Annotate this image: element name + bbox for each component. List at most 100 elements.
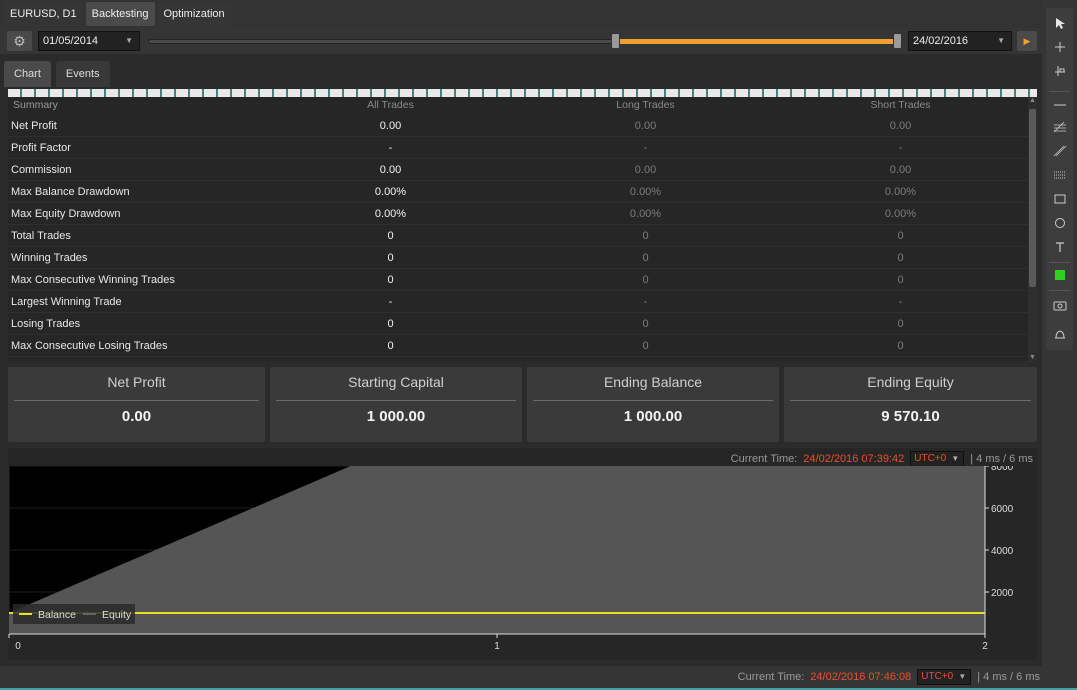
header-all-trades: All Trades	[367, 99, 414, 111]
x-tick-label: 1	[494, 641, 500, 652]
cell-all-trades: 0	[387, 317, 394, 330]
text-icon[interactable]	[1046, 236, 1073, 258]
table-row: Commission 0.00 0.00 0.00	[8, 159, 1028, 181]
alert-bell-icon[interactable]	[1046, 324, 1073, 346]
card-ending-balance: Ending Balance 1 000.00	[527, 367, 779, 442]
table-row: Max Balance Drawdown 0.00% 0.00% 0.00%	[8, 181, 1028, 203]
start-date-select[interactable]: 01/05/2014 ▼	[38, 31, 140, 51]
slider-end-handle[interactable]	[893, 33, 902, 49]
slider-start-handle[interactable]	[611, 33, 620, 49]
row-label: Max Equity Drawdown	[11, 207, 121, 220]
y-tick-label: 6000	[991, 504, 1014, 515]
cursor-icon[interactable]	[1046, 12, 1073, 34]
fibonacci-icon[interactable]	[1046, 116, 1073, 138]
scroll-up-icon[interactable]: ▲	[1028, 97, 1037, 104]
scroll-down-icon[interactable]: ▼	[1028, 354, 1037, 361]
camera-icon[interactable]	[1046, 294, 1073, 316]
divider	[533, 400, 773, 401]
tab-symbol[interactable]: EURUSD, D1	[4, 2, 83, 26]
cell-all-trades: 0.00	[379, 163, 402, 176]
x-tick-label: 0	[15, 641, 21, 652]
end-date-select[interactable]: 24/02/2016 ▼	[908, 31, 1012, 51]
tab-optimization[interactable]: Optimization	[157, 2, 231, 26]
cell-long-trades: 0	[642, 229, 649, 242]
cell-long-trades: 0.00%	[629, 207, 662, 220]
vertical-scrollbar[interactable]: ▲ ▼	[1028, 97, 1037, 361]
equity-chart[interactable]: 0 1 2 2000 4000 6000 8000 Balance Equity	[8, 466, 1037, 660]
table-row: Max Consecutive Winning Trades 0 0 0	[8, 269, 1028, 291]
summary-cards: Net Profit 0.00 Starting Capital 1 000.0…	[8, 367, 1037, 443]
ellipse-icon[interactable]	[1046, 212, 1073, 234]
timezone-value: UTC+0	[914, 453, 947, 464]
gear-icon: ⚙	[13, 32, 26, 49]
card-value: 1 000.00	[366, 408, 426, 425]
timezone-select[interactable]: UTC+0 ▼	[910, 451, 965, 467]
tab-chart[interactable]: Chart	[4, 61, 51, 87]
y-tick-label: 4000	[991, 546, 1014, 557]
row-label: Net Profit	[11, 119, 57, 132]
tab-backtesting[interactable]: Backtesting	[85, 2, 155, 26]
cell-short-trades: -	[898, 141, 903, 154]
timing-info: | 4 ms / 6 ms	[970, 453, 1033, 465]
table-header: Summary All Trades Long Trades Short Tra…	[8, 97, 1028, 113]
grid-icon[interactable]	[1046, 164, 1073, 186]
status-line-bottom: Current Time: 24/02/2016 07:46:08 UTC+0 …	[738, 668, 1040, 686]
cell-long-trades: 0	[642, 317, 649, 330]
cell-all-trades: 0	[387, 229, 394, 242]
table-row: Largest Winning Trade - - -	[8, 291, 1028, 313]
bottom-status-bar: Current Time: 24/02/2016 07:46:08 UTC+0 …	[0, 666, 1042, 688]
y-tick-label: 2000	[991, 588, 1014, 599]
trendline-icon[interactable]	[1046, 140, 1073, 162]
chart-strip	[8, 89, 1037, 97]
cell-long-trades: 0	[642, 251, 649, 264]
cell-all-trades: 0	[387, 339, 394, 352]
end-date-value: 24/02/2016	[913, 35, 969, 47]
toolbar-panel	[1046, 8, 1073, 350]
rectangle-icon[interactable]	[1046, 188, 1073, 210]
current-time-label: Current Time:	[737, 671, 805, 683]
header-short-trades: Short Trades	[870, 99, 931, 111]
row-label: Profit Factor	[11, 141, 71, 154]
zoom-icon[interactable]	[1046, 60, 1073, 82]
row-label: Largest Winning Trade	[11, 295, 122, 308]
toolbar-divider	[1049, 290, 1070, 291]
current-time-value: 24/02/2016 07:39:42	[803, 453, 905, 465]
table-row: Max Equity Drawdown 0.00% 0.00% 0.00%	[8, 203, 1028, 225]
cell-long-trades: 0.00%	[629, 185, 662, 198]
scrollbar-thumb[interactable]	[1029, 109, 1036, 287]
card-title: Starting Capital	[348, 374, 444, 390]
tab-events[interactable]: Events	[55, 61, 110, 87]
date-range-bar: ⚙ 01/05/2014 ▼ 24/02/2016 ▼ ▶	[0, 28, 1042, 54]
settings-button[interactable]: ⚙	[7, 31, 32, 51]
play-button[interactable]: ▶	[1017, 31, 1037, 51]
card-title: Ending Balance	[603, 374, 703, 390]
table-row: Net Profit 0.00 0.00 0.00	[8, 115, 1028, 137]
timezone-value: UTC+0	[921, 671, 954, 682]
crosshair-icon[interactable]	[1046, 36, 1073, 58]
equity-chart-panel: Current Time: 24/02/2016 07:39:42 UTC+0 …	[8, 448, 1037, 660]
header-summary: Summary	[13, 99, 58, 111]
cell-all-trades: -	[388, 141, 393, 154]
table-row: Losing Trades 0 0 0	[8, 313, 1028, 335]
cell-short-trades: 0	[897, 317, 904, 330]
statistics-table: Summary All Trades Long Trades Short Tra…	[8, 89, 1037, 361]
row-label: Max Consecutive Winning Trades	[11, 273, 175, 286]
card-net-profit: Net Profit 0.00	[8, 367, 265, 442]
color-swatch-icon[interactable]	[1046, 264, 1073, 286]
legend-label-balance: Balance	[38, 609, 76, 621]
cell-all-trades: 0.00	[379, 119, 402, 132]
play-icon: ▶	[1023, 35, 1031, 46]
view-tabs: Chart Events	[0, 58, 1042, 88]
cell-short-trades: 0.00%	[884, 207, 917, 220]
cell-all-trades: 0	[387, 251, 394, 264]
card-value: 9 570.10	[881, 408, 940, 425]
timing-info: | 4 ms / 6 ms	[977, 671, 1040, 683]
horizontal-line-icon[interactable]	[1046, 92, 1073, 114]
timezone-select[interactable]: UTC+0 ▼	[917, 669, 972, 685]
row-label: Total Trades	[11, 229, 71, 242]
cell-short-trades: 0.00	[889, 163, 912, 176]
card-title: Net Profit	[107, 374, 166, 390]
chevron-down-icon: ▼	[125, 36, 133, 45]
cell-short-trades: 0	[897, 229, 904, 242]
row-label: Commission	[11, 163, 72, 176]
